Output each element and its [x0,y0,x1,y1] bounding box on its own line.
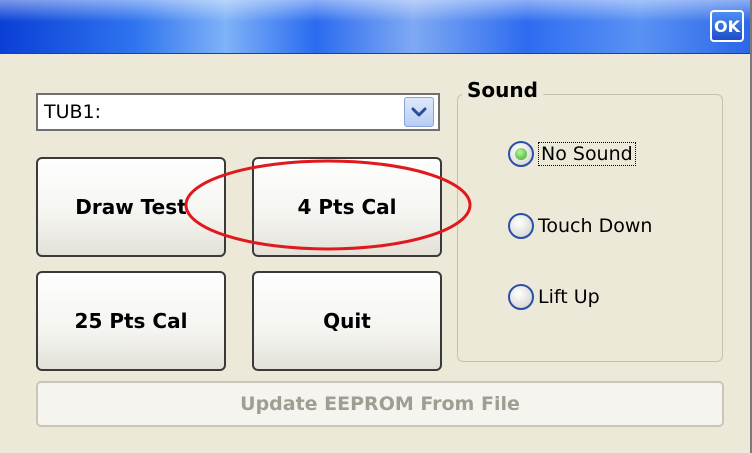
twentyfive-pts-cal-button[interactable]: 25 Pts Cal [36,271,226,371]
radio-button-icon[interactable] [508,284,534,310]
calibration-window: OK TUB1: Draw Test 4 Pts Cal 25 Pts Cal … [0,0,752,453]
update-eeprom-button[interactable]: Update EEPROM From File [36,381,724,427]
sound-group-title: Sound [462,78,543,102]
port-select-value: TUB1: [44,101,102,123]
radio-selected-dot [515,148,527,160]
port-select[interactable]: TUB1: [36,93,440,131]
radio-label: Touch Down [538,215,653,237]
draw-test-button[interactable]: Draw Test [36,157,226,257]
radio-button-icon[interactable] [508,141,534,167]
chevron-down-icon[interactable] [404,97,434,127]
radio-lift-up[interactable]: Lift Up [508,284,600,310]
four-pts-cal-button[interactable]: 4 Pts Cal [252,157,442,257]
title-bar: OK [0,0,750,54]
radio-button-icon[interactable] [508,213,534,239]
radio-touch-down[interactable]: Touch Down [508,213,652,239]
radio-no-sound[interactable]: No Sound [508,141,636,167]
ok-button[interactable]: OK [710,10,744,42]
radio-label: Lift Up [538,286,600,308]
quit-button[interactable]: Quit [252,271,442,371]
radio-label: No Sound [538,142,636,166]
